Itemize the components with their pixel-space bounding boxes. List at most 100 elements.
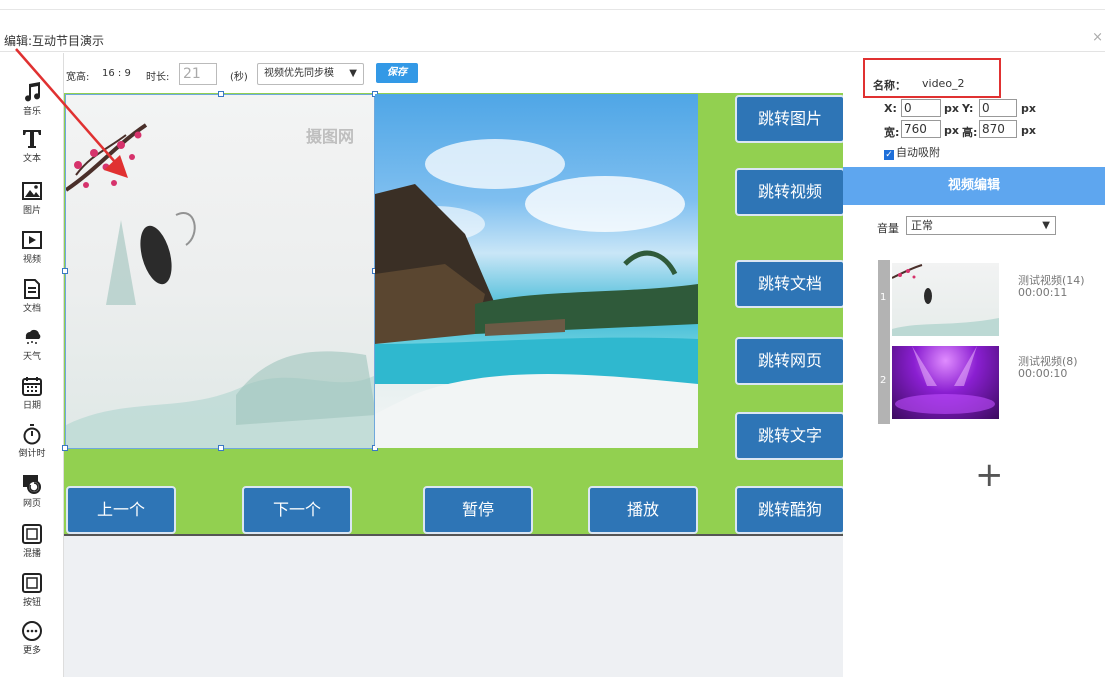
volume-select[interactable]: 正常 ▼: [906, 216, 1056, 235]
resize-handle[interactable]: [218, 445, 224, 451]
tool-image[interactable]: 图片: [0, 180, 64, 224]
jump-kugou-button[interactable]: 跳转酷狗: [735, 486, 845, 534]
jump-image-button[interactable]: 跳转图片: [735, 95, 845, 143]
y-input[interactable]: 0: [979, 99, 1017, 117]
stopwatch-icon: [23, 424, 41, 445]
editor-toolbar: 宽高: 16 : 9 时长: 21 (秒) 视频优先同步模 ▼ 保存: [64, 60, 844, 88]
playlist-duration: 00:00:11: [1018, 286, 1068, 299]
playlist-thumbnail-1[interactable]: [892, 263, 999, 336]
text-t-icon: [23, 130, 41, 148]
dialog-title: 编辑:互动节目演示: [4, 34, 105, 48]
tool-label: 混播: [22, 549, 41, 559]
tool-label: 文本: [22, 154, 41, 164]
play-button[interactable]: 播放: [588, 486, 698, 534]
y-label: Y:: [962, 102, 974, 115]
duration-input[interactable]: 21: [179, 63, 217, 85]
more-dots-icon: [22, 621, 42, 641]
tool-label: 图片: [22, 206, 41, 216]
tool-weather[interactable]: 天气: [0, 326, 64, 370]
weather-cloud-icon: [25, 329, 41, 344]
height-unit: px: [1021, 124, 1036, 137]
auto-snap-checkbox[interactable]: ✓ 自动吸附: [884, 144, 940, 160]
image-icon: [22, 182, 42, 200]
webpage-icon: [23, 475, 41, 494]
tool-countdown[interactable]: 倒计时: [0, 423, 64, 467]
seconds-label: (秒): [230, 72, 248, 83]
pause-button[interactable]: 暂停: [423, 486, 533, 534]
tool-more[interactable]: 更多: [0, 620, 64, 664]
tool-date[interactable]: 日期: [0, 375, 64, 419]
playlist-thumbnail-2[interactable]: [892, 346, 999, 419]
width-input[interactable]: 760: [901, 120, 941, 138]
tool-label: 网页: [22, 499, 41, 509]
window-top-edge: [0, 0, 1105, 10]
document-icon: [24, 279, 40, 299]
video-play-icon: [22, 231, 42, 249]
tool-label: 更多: [22, 646, 41, 656]
playlist-duration: 00:00:10: [1018, 367, 1068, 380]
tool-label: 天气: [22, 352, 41, 362]
tool-label: 倒计时: [18, 449, 46, 459]
resize-handle[interactable]: [62, 268, 68, 274]
volume-label: 音量: [877, 222, 899, 235]
video-edit-header: 视频编辑: [843, 167, 1105, 205]
close-icon[interactable]: ×: [1092, 30, 1103, 45]
playlist-item-name[interactable]: 测试视频(8) 00:00:10: [1018, 356, 1078, 380]
width-label: 宽:: [884, 126, 900, 139]
checkbox-checked-icon: ✓: [884, 150, 894, 160]
dialog-title-bar: 编辑:互动节目演示 ×: [0, 28, 1105, 52]
duration-label: 时长:: [146, 72, 170, 83]
tool-label: 按钮: [22, 598, 41, 608]
tool-document[interactable]: 文档: [0, 278, 64, 322]
next-button[interactable]: 下一个: [242, 486, 352, 534]
name-value: video_2: [922, 77, 965, 90]
tool-webpage[interactable]: 网页: [0, 473, 64, 517]
aspect-value: 16 : 9: [102, 68, 131, 79]
sync-mode-select[interactable]: 视频优先同步模 ▼: [257, 63, 364, 85]
tool-music[interactable]: 音乐: [0, 81, 64, 125]
playlist-index-strip: [878, 260, 890, 424]
button-widget-icon: [22, 573, 42, 593]
resize-handle[interactable]: [62, 445, 68, 451]
jump-document-button[interactable]: 跳转文档: [735, 260, 845, 308]
height-label: 高:: [962, 126, 978, 139]
jump-video-button[interactable]: 跳转视频: [735, 168, 845, 216]
video-1-preview[interactable]: 摄图网: [65, 94, 375, 449]
tool-text[interactable]: 文本: [0, 128, 64, 172]
playlist-index: 2: [880, 375, 887, 386]
volume-value: 正常: [911, 219, 933, 232]
x-input[interactable]: 0: [901, 99, 941, 117]
jump-text-button[interactable]: 跳转文字: [735, 412, 845, 460]
auto-snap-label: 自动吸附: [896, 146, 940, 159]
resize-handle[interactable]: [218, 91, 224, 97]
film-strip-icon: [22, 524, 42, 544]
playlist-item-name[interactable]: 测试视频(14) 00:00:11: [1018, 275, 1085, 299]
beach-image: [375, 139, 698, 448]
component-toolbar: 音乐 文本 图片 视频 文档 天气 日期 倒计时 网页 混播 按钮 更多: [0, 53, 64, 677]
calendar-icon: [22, 377, 42, 396]
y-unit: px: [1021, 102, 1036, 115]
add-video-button[interactable]: +: [975, 458, 1004, 492]
watermark-text: 摄图网: [306, 127, 355, 146]
chevron-down-icon: ▼: [1042, 220, 1050, 231]
playlist-index: 1: [880, 292, 887, 303]
aspect-label: 宽高:: [66, 72, 90, 83]
x-label: X:: [884, 102, 897, 115]
purple-stage-thumbnail-image: [895, 346, 995, 414]
tool-carousel[interactable]: 混播: [0, 523, 64, 567]
name-label: 名称：: [873, 79, 906, 92]
height-input[interactable]: 870: [979, 120, 1017, 138]
video-2-preview[interactable]: [375, 94, 698, 448]
x-unit: px: [944, 102, 959, 115]
tool-label: 视频: [22, 255, 41, 265]
tool-video[interactable]: 视频: [0, 229, 64, 273]
ink-painting-image: [66, 123, 374, 448]
ink-thumbnail-image: [892, 264, 999, 336]
save-button[interactable]: 保存: [376, 63, 418, 83]
tool-label: 文档: [22, 304, 41, 314]
previous-button[interactable]: 上一个: [66, 486, 176, 534]
tool-button[interactable]: 按钮: [0, 572, 64, 616]
jump-webpage-button[interactable]: 跳转网页: [735, 337, 845, 385]
sync-mode-value: 视频优先同步模: [264, 68, 334, 79]
music-note-icon: [25, 82, 41, 102]
